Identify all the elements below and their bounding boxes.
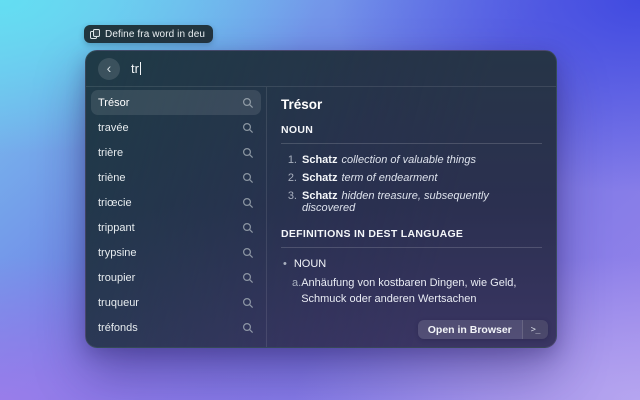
definition-item: 2. Schatz term of endearment: [287, 172, 438, 184]
detail-pane: Trésor NOUN 1. Schatz collection of valua…: [266, 87, 556, 347]
search-icon: [242, 247, 254, 258]
list-item[interactable]: trypsine: [91, 240, 261, 265]
dest-definitions: • NOUN a. Anhäufung von kostbaren Dingen…: [281, 258, 542, 308]
chevron-left-icon: ‹: [106, 59, 112, 76]
pos-header: NOUN: [281, 124, 314, 136]
search-bar: ‹ tr: [86, 51, 556, 87]
search-icon: [242, 322, 254, 333]
list-item[interactable]: trippant: [91, 215, 261, 240]
results-list: Trésor travée trière triène triœcie trip…: [86, 87, 266, 347]
search-icon: [242, 122, 254, 133]
text-caret: [139, 62, 141, 75]
command-icon: [90, 29, 100, 39]
list-item[interactable]: Trésor: [91, 90, 261, 115]
search-icon: [242, 197, 254, 208]
list-item[interactable]: tréfonds: [91, 315, 261, 340]
command-tag[interactable]: Define fra word in deu: [84, 25, 214, 43]
dest-pos-label: NOUN: [293, 258, 327, 270]
open-in-browser-button[interactable]: Open in Browser >_: [417, 320, 548, 339]
list-item[interactable]: troupier: [91, 265, 261, 290]
divider: [281, 247, 542, 248]
search-icon: [242, 222, 254, 233]
list-item[interactable]: triœcie: [91, 190, 261, 215]
list-item[interactable]: travée: [91, 115, 261, 140]
panel-body: Trésor travée trière triène triœcie trip…: [86, 87, 556, 347]
list-item[interactable]: triène: [91, 165, 261, 190]
dest-definition-item: a. Anhäufung von kostbaren Dingen, wie G…: [292, 277, 517, 305]
definition-item: 3. Schatz hidden treasure, subsequently d…: [287, 190, 489, 214]
search-query: tr: [131, 61, 139, 76]
dest-language-header: DEFINITIONS IN DEST LANGUAGE: [281, 228, 464, 240]
command-tag-label: Define fra word in deu: [105, 28, 206, 40]
search-input[interactable]: tr: [131, 61, 141, 76]
terminal-shortcut-icon: >_: [521, 320, 548, 339]
list-item[interactable]: trière: [91, 140, 261, 165]
bullet-icon: •: [283, 258, 287, 270]
back-button[interactable]: ‹: [98, 57, 120, 80]
definition-item: 1. Schatz collection of valuable things: [287, 154, 476, 166]
search-icon: [242, 272, 254, 283]
search-icon: [242, 97, 254, 108]
search-icon: [242, 297, 254, 308]
definition-list: 1. Schatz collection of valuable things 2…: [281, 154, 542, 214]
dest-pos-row: • NOUN: [281, 258, 542, 270]
word-title: Trésor: [281, 97, 323, 112]
open-in-browser-label: Open in Browser: [427, 323, 512, 336]
search-icon: [242, 147, 254, 158]
launcher-window: ‹ tr Trésor travée trière triène triœcie…: [85, 50, 557, 348]
divider: [281, 143, 542, 144]
search-icon: [242, 172, 254, 183]
list-item[interactable]: truqueur: [91, 290, 261, 315]
